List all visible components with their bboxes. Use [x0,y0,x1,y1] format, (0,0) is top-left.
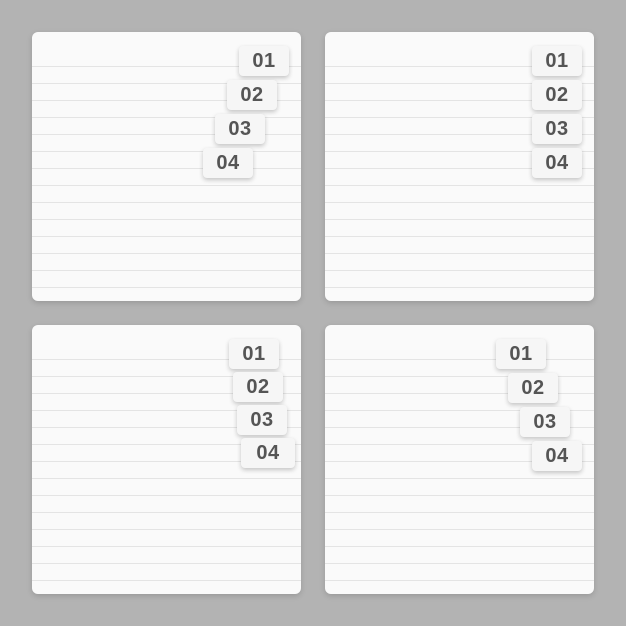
tab-02[interactable]: 02 [508,373,558,403]
tab-03[interactable]: 03 [215,114,265,144]
tab-01[interactable]: 01 [229,339,279,369]
tab-02[interactable]: 02 [532,80,582,110]
tab-04[interactable]: 04 [532,148,582,178]
tab-03[interactable]: 03 [532,114,582,144]
tab-03[interactable]: 03 [237,405,287,435]
tab-02[interactable]: 02 [227,80,277,110]
tab-01[interactable]: 01 [532,46,582,76]
tab-04[interactable]: 04 [532,441,582,471]
tab-03[interactable]: 03 [520,407,570,437]
tab-02[interactable]: 02 [233,372,283,402]
notepad-cascading-right: 01 02 03 04 [325,325,594,594]
tab-stack: 01 02 03 04 [532,339,582,471]
tab-04[interactable]: 04 [203,148,253,178]
tab-01[interactable]: 01 [496,339,546,369]
notepad-flush-right: 01 02 03 04 [325,32,594,301]
tab-stack: 01 02 03 04 [532,46,582,178]
notepad-staggered-mixed: 01 02 03 04 [32,325,301,594]
tab-stack: 01 02 03 04 [239,46,289,178]
notepad-cascading-left: 01 02 03 04 [32,32,301,301]
tab-stack: 01 02 03 04 [235,339,289,468]
tab-04[interactable]: 04 [241,438,295,468]
tab-01[interactable]: 01 [239,46,289,76]
